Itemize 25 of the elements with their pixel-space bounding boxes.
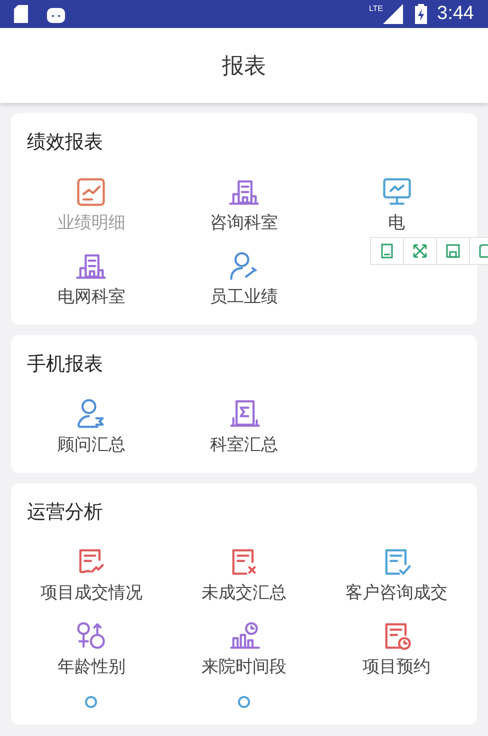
section-title: 运营分析 xyxy=(26,501,104,525)
network-type-label: LTE xyxy=(368,3,384,15)
report-item[interactable]: 年龄性别 xyxy=(57,655,126,679)
report-item[interactable]: 项目成交情况 xyxy=(40,581,142,605)
report-item[interactable]: 科室汇总 xyxy=(210,433,278,457)
report-item[interactable]: 咨询科室 xyxy=(210,211,278,235)
expand-icon[interactable] xyxy=(412,243,428,259)
report-item[interactable]: 顾问汇总 xyxy=(57,433,126,457)
report-item[interactable]: 未成交汇总 xyxy=(201,581,286,605)
clock-time: 3:44 xyxy=(437,2,474,26)
report-item[interactable]: 来院时间段 xyxy=(201,655,286,679)
report-item[interactable]: 员工业绩 xyxy=(210,285,278,309)
signal-icon xyxy=(383,4,404,24)
phone-icon[interactable] xyxy=(379,243,395,259)
section-title: 绩效报表 xyxy=(26,131,104,155)
sd-card-icon xyxy=(14,5,28,23)
section-title: 手机报表 xyxy=(26,353,104,377)
robot-icon xyxy=(46,5,66,23)
report-item[interactable]: 电网科室 xyxy=(57,285,126,309)
save-icon[interactable] xyxy=(445,243,461,259)
report-item[interactable]: 电 xyxy=(388,211,406,235)
page-title: 报表 xyxy=(222,52,266,80)
report-item[interactable]: 项目预约 xyxy=(362,655,431,679)
report-item[interactable]: 客户咨询成交 xyxy=(346,581,448,605)
battery-charging-icon xyxy=(415,4,428,24)
